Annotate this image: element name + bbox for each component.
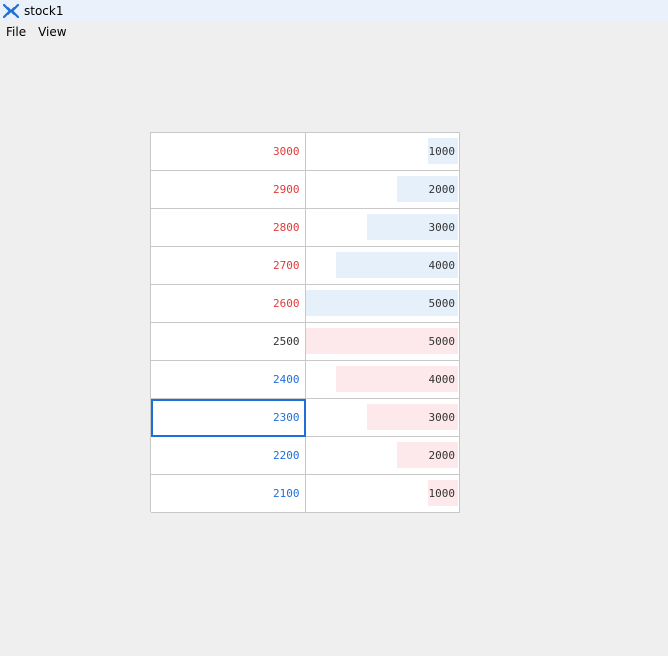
volume-cell[interactable]: 3000 — [305, 209, 460, 247]
order-book-row: 2400 4000 — [151, 361, 460, 399]
volume-value: 4000 — [428, 373, 456, 386]
volume-value: 5000 — [428, 297, 456, 310]
order-book-row: 2100 1000 — [151, 475, 460, 513]
price-cell[interactable]: 2200 — [151, 437, 306, 475]
price-cell[interactable]: 2600 — [151, 285, 306, 323]
volume-value: 1000 — [428, 487, 456, 500]
order-book-row: 2900 2000 — [151, 171, 460, 209]
order-book-row: 2800 3000 — [151, 209, 460, 247]
price-cell[interactable]: 2300 — [151, 399, 306, 437]
price-cell[interactable]: 2400 — [151, 361, 306, 399]
order-book-row: 2200 2000 — [151, 437, 460, 475]
volume-value: 3000 — [428, 221, 456, 234]
price-cell[interactable]: 3000 — [151, 133, 306, 171]
volume-cell[interactable]: 4000 — [305, 361, 460, 399]
price-cell[interactable]: 2800 — [151, 209, 306, 247]
volume-cell[interactable]: 3000 — [305, 399, 460, 437]
volume-cell[interactable]: 1000 — [305, 475, 460, 513]
volume-value: 2000 — [428, 183, 456, 196]
volume-value: 5000 — [428, 335, 456, 348]
menu-bar: File View — [0, 22, 668, 42]
volume-cell[interactable]: 5000 — [305, 285, 460, 323]
order-book-row: 2500 5000 — [151, 323, 460, 361]
menu-view[interactable]: View — [32, 22, 72, 42]
title-bar: stock1 — [0, 0, 668, 22]
order-book-row: 2300 3000 — [151, 399, 460, 437]
price-cell[interactable]: 2100 — [151, 475, 306, 513]
volume-value: 1000 — [428, 145, 456, 158]
volume-cell[interactable]: 2000 — [305, 171, 460, 209]
volume-value: 4000 — [428, 259, 456, 272]
volume-cell[interactable]: 4000 — [305, 247, 460, 285]
order-book-row: 2600 5000 — [151, 285, 460, 323]
price-cell[interactable]: 2500 — [151, 323, 306, 361]
order-book-grid[interactable]: 3000 1000 2900 2000 2800 3000 2700 4000 2600 5000… — [150, 132, 460, 513]
volume-cell[interactable]: 1000 — [305, 133, 460, 171]
order-book-row: 2700 4000 — [151, 247, 460, 285]
volume-value: 3000 — [428, 411, 456, 424]
volume-value: 2000 — [428, 449, 456, 462]
volume-cell[interactable]: 2000 — [305, 437, 460, 475]
order-book-row: 3000 1000 — [151, 133, 460, 171]
price-cell[interactable]: 2700 — [151, 247, 306, 285]
price-cell[interactable]: 2900 — [151, 171, 306, 209]
volume-cell[interactable]: 5000 — [305, 323, 460, 361]
menu-file[interactable]: File — [0, 22, 32, 42]
window-title: stock1 — [24, 4, 64, 18]
app-logo-icon — [2, 2, 20, 20]
